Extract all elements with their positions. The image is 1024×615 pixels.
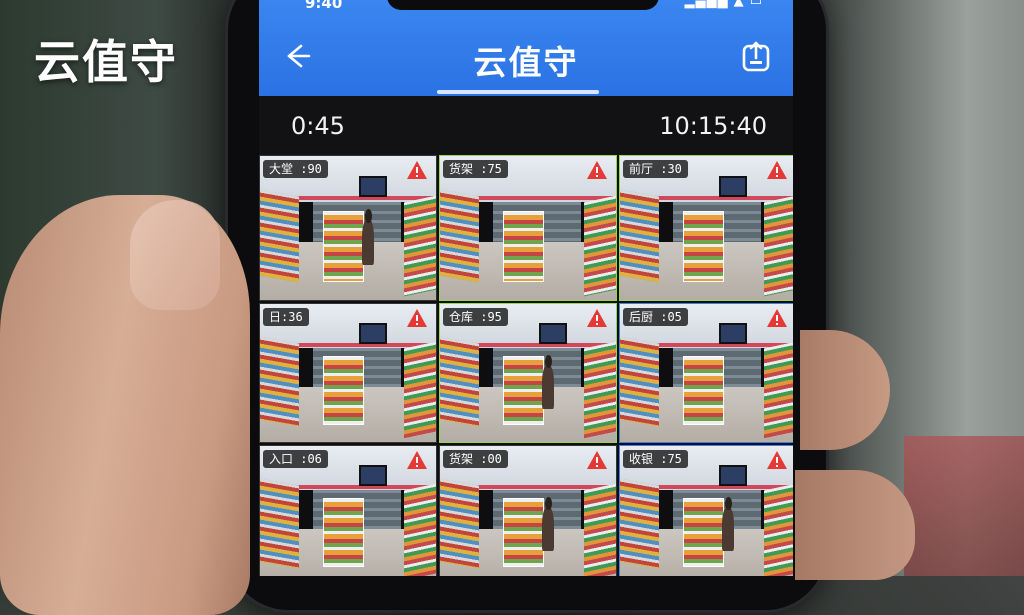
camera-grid: 大堂 :90 货架 :75 前厅 :30 日:36 仓库:95 后厨:05 … [259, 155, 793, 576]
camera-feed[interactable]: 入口 :06 [259, 445, 437, 576]
camera-notch [387, 0, 659, 10]
thumb-nail [130, 200, 220, 310]
time-bar: 0:45 10:15:40 [259, 96, 793, 154]
camera-feed[interactable]: 日:36 [259, 303, 437, 443]
warning-icon[interactable] [586, 308, 608, 328]
status-icons: ▂▄▆█ ▲ ▭ [684, 0, 763, 9]
warning-icon[interactable] [586, 160, 608, 180]
phone-screen: 9:40 ▂▄▆█ ▲ ▭ 云值守 0:45 10:15:40 大堂:90 货… [259, 0, 793, 576]
share-icon[interactable] [741, 40, 771, 72]
camera-feed[interactable]: 货架 :00 [439, 445, 617, 576]
camera-feed[interactable]: 仓库 :95 [439, 303, 617, 443]
tab-indicator [437, 90, 599, 94]
camera-feed[interactable]: 后厨 :05 [619, 303, 793, 443]
camera-feed[interactable]: 前厅 :30 [619, 155, 793, 301]
current-clock: 10:15:40 [659, 112, 767, 140]
warning-icon[interactable] [766, 160, 788, 180]
hand-finger [795, 470, 915, 580]
status-bar: 9:40 ▂▄▆█ ▲ ▭ [259, 0, 793, 14]
warning-icon[interactable] [406, 450, 428, 470]
status-time: 9:40 [305, 0, 343, 12]
app-header: 9:40 ▂▄▆█ ▲ ▭ 云值守 [259, 0, 793, 96]
warning-icon[interactable] [406, 308, 428, 328]
overlay-caption: 云值守 [34, 35, 178, 89]
camera-label: 前厅 :30 [623, 160, 688, 178]
warning-icon[interactable] [406, 160, 428, 180]
camera-label: 后厨 :05 [623, 308, 688, 326]
camera-label: 收银 :75 [623, 450, 688, 468]
camera-label: 仓库 :95 [443, 308, 508, 326]
camera-feed[interactable]: 货架 :75 [439, 155, 617, 301]
camera-label: 货架 :00 [443, 450, 508, 468]
camera-label: 大堂 :90 [263, 160, 328, 178]
camera-label: 入口 :06 [263, 450, 328, 468]
camera-feed[interactable]: 大堂 :90 [259, 155, 437, 301]
camera-label: 货架 :75 [443, 160, 508, 178]
elapsed-time: 0:45 [291, 112, 345, 140]
page-title: 云值守 [473, 43, 579, 82]
warning-icon[interactable] [766, 450, 788, 470]
warning-icon[interactable] [766, 308, 788, 328]
warning-icon[interactable] [586, 450, 608, 470]
camera-feed[interactable]: 收银 :75 [619, 445, 793, 576]
camera-label: 日:36 [263, 308, 309, 326]
